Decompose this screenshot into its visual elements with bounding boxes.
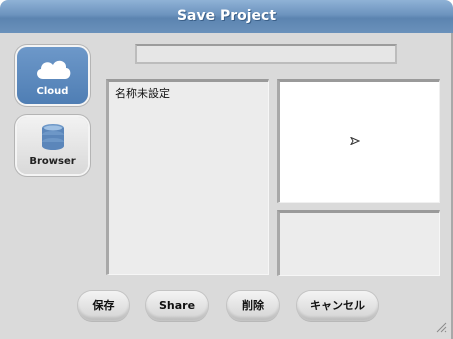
dialog-title: Save Project [176,8,277,24]
project-notes[interactable] [277,210,440,276]
source-cloud-button[interactable]: Cloud [17,47,88,104]
turtle-sprite-icon [350,137,360,145]
cancel-button[interactable]: キャンセル [297,291,378,320]
delete-button[interactable]: 削除 [227,291,279,320]
title-bar[interactable]: Save Project [0,0,453,33]
project-thumbnail [277,79,440,203]
save-project-dialog: Save Project Cloud Browser 名称未設定 保存 Shar… [0,0,453,339]
save-button[interactable]: 保存 [78,291,129,320]
project-list[interactable]: 名称未設定 [106,79,269,275]
database-icon [41,124,64,150]
source-browser-button[interactable]: Browser [17,117,88,174]
source-browser-label: Browser [29,156,76,167]
source-cloud-label: Cloud [36,86,69,97]
project-name-input[interactable] [135,44,397,64]
cloud-icon [36,60,70,79]
share-button[interactable]: Share [146,291,208,320]
resize-grip-icon[interactable] [435,321,447,333]
list-item[interactable]: 名称未設定 [115,85,170,101]
